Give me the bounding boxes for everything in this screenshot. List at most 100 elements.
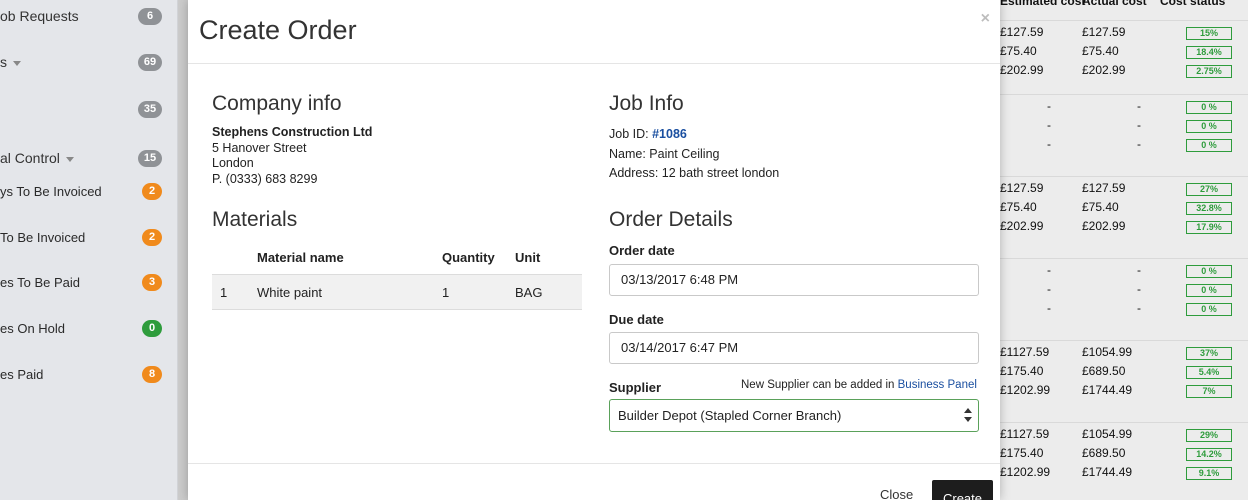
actual-cost-cell: £689.50 [1082, 364, 1126, 378]
actual-cost-cell: £127.59 [1082, 25, 1126, 39]
modal-footer: Close Create [188, 463, 1000, 500]
row-index: 1 [220, 285, 228, 300]
sidebar-item-to-be-paid[interactable]: es To Be Paid 3 [0, 270, 178, 294]
actual-cost-cell: £75.40 [1082, 44, 1119, 58]
actual-cost-cell: £1744.49 [1082, 465, 1133, 479]
table-row-group: - - 0 % - - 0 % - - 0 % [1000, 94, 1248, 159]
create-order-modal: Create Order × Company info Stephens Con… [188, 0, 1000, 500]
modal-header: Create Order × [188, 0, 1000, 64]
table-row: £75.40 £75.40 18.4% [1000, 44, 1248, 63]
count-badge: 69 [138, 53, 162, 71]
sidebar-item-job-requests[interactable]: ob Requests 6 [0, 4, 178, 28]
estimated-cost-cell: - [1047, 99, 1051, 113]
table-row: 1 White paint 1 BAG [212, 274, 582, 310]
close-icon[interactable]: × [981, 10, 990, 28]
sidebar-item-to-be-invoiced[interactable]: To Be Invoiced 2 [0, 225, 178, 249]
actual-cost-cell: £689.50 [1082, 446, 1126, 460]
count-badge: 2 [142, 228, 162, 246]
count-badge: 35 [138, 100, 162, 118]
table-row: - - 0 % [1000, 118, 1248, 137]
job-id-link[interactable]: #1086 [652, 127, 687, 141]
estimated-cost-cell: - [1047, 137, 1051, 151]
job-address: Address: 12 bath street london [609, 166, 780, 180]
actual-cost-cell: - [1137, 99, 1141, 113]
supplier-hint-text: New Supplier can be added in [741, 379, 895, 391]
supplier-selected-value: Builder Depot (Stapled Corner Branch) [618, 408, 842, 423]
sidebar: ob Requests 6 s 69 35 al Control 15 ys T… [0, 0, 178, 500]
select-arrows-icon [964, 408, 972, 424]
due-date-label: Due date [609, 312, 664, 327]
estimated-cost-cell: £202.99 [1000, 63, 1044, 77]
job-name: Name: Paint Ceiling [609, 147, 720, 161]
count-badge: 3 [142, 273, 162, 291]
sidebar-item-financial-control[interactable]: al Control 15 [0, 146, 178, 170]
count-badge: 8 [142, 365, 162, 383]
sidebar-item-label: es To Be Paid [0, 274, 80, 290]
estimated-cost-cell: £75.40 [1000, 200, 1037, 214]
backdrop [178, 0, 188, 500]
sidebar-item-on-hold[interactable]: es On Hold 0 [0, 316, 178, 340]
sidebar-item-label: al Control [0, 150, 60, 166]
table-row-group: - - 0 % - - 0 % - - 0 % [1000, 258, 1248, 323]
cost-status-badge: 27% [1186, 183, 1232, 196]
cost-status-badge: 15% [1186, 27, 1232, 40]
column-material-name: Material name [257, 250, 344, 265]
job-id-line: Job ID: #1086 [609, 127, 687, 141]
order-date-label: Order date [609, 243, 675, 258]
sidebar-item-unnamed[interactable]: 35 [0, 97, 178, 121]
estimated-cost-cell: £1127.59 [1000, 345, 1050, 359]
supplier-label: Supplier [609, 380, 662, 395]
table-row: £1127.59 £1054.99 29% [1000, 427, 1248, 446]
table-row: - - 0 % [1000, 301, 1248, 320]
table-row-group: £1127.59 £1054.99 37% £175.40 £689.50 5.4% £12… [1000, 340, 1248, 405]
supplier-hint: New Supplier can be added in Business Pa… [741, 379, 977, 391]
estimated-cost-cell: £1127.59 [1000, 427, 1050, 441]
actual-cost-cell: - [1137, 137, 1141, 151]
supplier-select[interactable]: Builder Depot (Stapled Corner Branch) [609, 399, 979, 432]
estimated-cost-cell: £175.40 [1000, 446, 1044, 460]
count-badge: 6 [138, 7, 162, 25]
actual-cost-cell: £202.99 [1082, 219, 1126, 233]
material-name: White paint [257, 285, 323, 300]
table-row-group: £127.59 £127.59 27% £75.40 £75.40 32.8% £202.9… [1000, 176, 1248, 241]
actual-cost-cell: £1054.99 [1082, 345, 1133, 359]
create-button[interactable]: Create [932, 480, 993, 500]
sidebar-item-label: s [0, 54, 7, 70]
table-row: - - 0 % [1000, 99, 1248, 118]
chevron-down-icon [13, 60, 21, 66]
cost-status-badge: 9.1% [1186, 467, 1232, 480]
company-city: London [212, 156, 254, 170]
table-row-group: £1127.59 £1054.99 29% £175.40 £689.50 14.2% £1… [1000, 422, 1248, 487]
estimated-cost-cell: £1202.99 [1000, 465, 1051, 479]
cost-status-badge: 7% [1186, 385, 1232, 398]
cost-status-badge: 0 % [1186, 139, 1232, 152]
estimated-cost-cell: - [1047, 118, 1051, 132]
sidebar-item-paid[interactable]: es Paid 8 [0, 362, 178, 386]
sidebar-item-jobs[interactable]: s 69 [0, 50, 178, 74]
company-street: 5 Hanover Street [212, 141, 307, 155]
table-row: £202.99 £202.99 17.9% [1000, 219, 1248, 238]
company-name: Stephens Construction Ltd [212, 125, 373, 139]
background-table: Estimated cost Actual cost Cost status £… [1000, 0, 1248, 500]
table-row: - - 0 % [1000, 282, 1248, 301]
business-panel-link[interactable]: Business Panel [898, 379, 977, 391]
actual-cost-cell: - [1137, 263, 1141, 277]
header-estimated-cost: Estimated cost [1000, 0, 1086, 8]
actual-cost-cell: - [1137, 282, 1141, 296]
sidebar-item-days-to-be-invoiced[interactable]: ys To Be Invoiced 2 [0, 179, 178, 203]
cost-status-badge: 37% [1186, 347, 1232, 360]
estimated-cost-cell: £127.59 [1000, 181, 1044, 195]
close-button[interactable]: Close [880, 487, 913, 500]
cost-status-badge: 0 % [1186, 284, 1232, 297]
estimated-cost-cell: £127.59 [1000, 25, 1044, 39]
table-row: £75.40 £75.40 32.8% [1000, 200, 1248, 219]
count-badge: 0 [142, 319, 162, 337]
cost-status-badge: 0 % [1186, 120, 1232, 133]
due-date-input[interactable]: 03/14/2017 6:47 PM [609, 332, 979, 364]
materials-heading: Materials [212, 208, 298, 231]
order-date-input[interactable]: 03/13/2017 6:48 PM [609, 264, 979, 296]
column-quantity: Quantity [442, 250, 495, 265]
cost-status-badge: 32.8% [1186, 202, 1232, 215]
table-row: £1202.99 £1744.49 7% [1000, 383, 1248, 402]
cost-status-badge: 17.9% [1186, 221, 1232, 234]
